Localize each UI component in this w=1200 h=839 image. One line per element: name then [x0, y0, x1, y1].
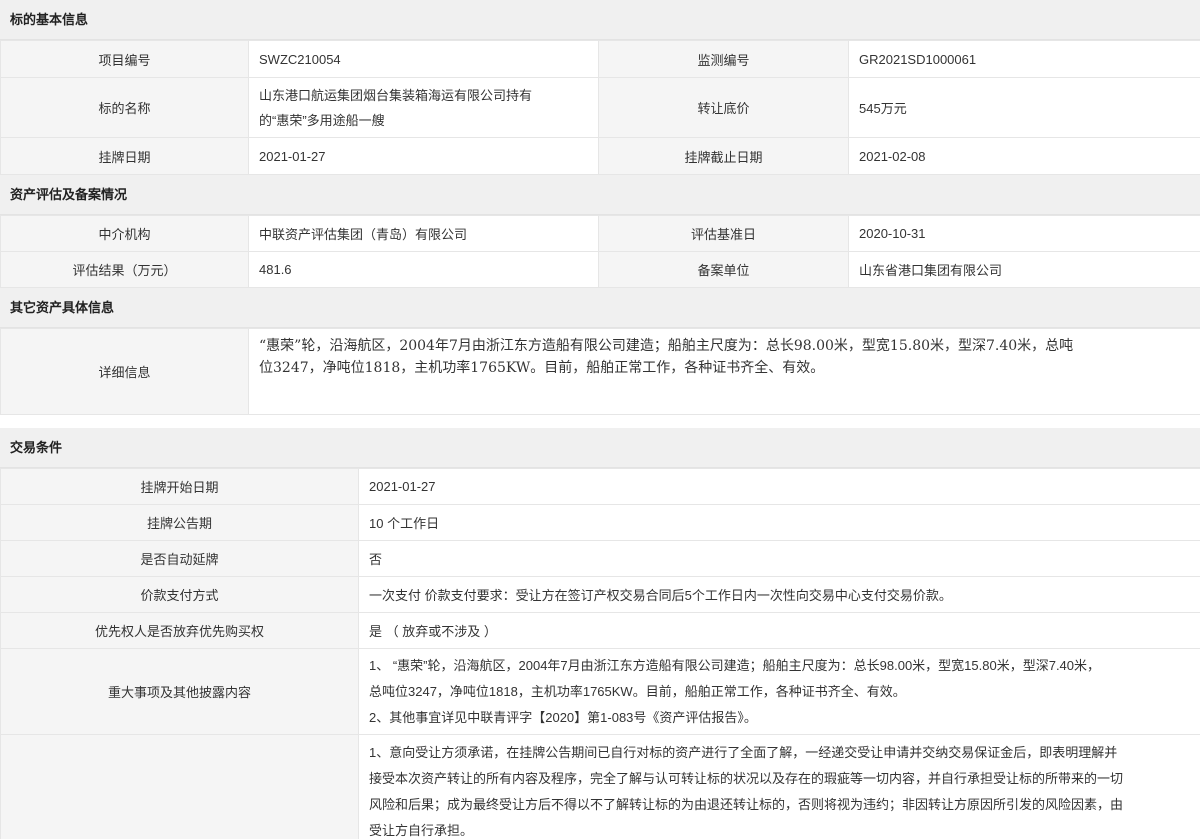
auto-extend-label: 是否自动延牌 — [0, 540, 359, 577]
disclosure-label: 重大事项及其他披露内容 — [0, 648, 359, 735]
project-no-label: 项目编号 — [0, 40, 249, 78]
base-date-label: 评估基准日 — [598, 215, 849, 252]
assessment-table: 中介机构 中联资产评估集团（青岛）有限公司 评估基准日 2020-10-31 评… — [0, 215, 1200, 288]
section-title-trade: 交易条件 — [0, 428, 1200, 468]
commitment-line-2: 接受本次资产转让的所有内容及程序，完全了解与认可转让标的状况以及存在的瑕疵等一切… — [369, 771, 1124, 786]
disclosure-line-2: 总吨位3247，净吨位1818，主机功率1765KW。目前，船舶正常工作，各种证… — [369, 683, 906, 699]
priority-label: 优先权人是否放弃优先购买权 — [0, 612, 359, 649]
detail-label: 详细信息 — [0, 328, 249, 415]
agency-value: 中联资产评估集团（青岛）有限公司 — [248, 215, 599, 252]
monitor-no-value: GR2021SD1000061 — [848, 40, 1200, 78]
disclosure-value: 1、 “惠荣”轮，沿海航区，2004年7月由浙江东方造船有限公司建造；船舶主尺度… — [358, 648, 1200, 735]
commitment-line-4: 受让方自行承担。 — [369, 823, 474, 838]
end-date-label: 挂牌截止日期 — [598, 137, 849, 175]
commitment-label — [0, 734, 359, 839]
filing-value: 山东省港口集团有限公司 — [848, 251, 1200, 288]
name-label: 标的名称 — [0, 77, 249, 138]
agency-label: 中介机构 — [0, 215, 249, 252]
project-no-value: SWZC210054 — [248, 40, 599, 78]
result-value: 481.6 — [248, 251, 599, 288]
detail-line-2: 位3247，净吨位1818，主机功率1765KW。目前，船舶正常工作，各种证书齐… — [259, 360, 825, 376]
disclosure-line-3: 2、其他事宜详见中联青评字【2020】第1-083号《资产评估报告》。 — [369, 709, 757, 725]
section-title-basic: 标的基本信息 — [0, 0, 1200, 40]
commitment-line-1: 1、意向受让方须承诺，在挂牌公告期间已自行对标的资产进行了全面了解，一经递交受让… — [369, 745, 1118, 760]
listing-date-value: 2021-01-27 — [248, 137, 599, 175]
page: 标的基本信息 项目编号 SWZC210054 监测编号 GR2021SD1000… — [0, 0, 1200, 839]
basic-info-table: 项目编号 SWZC210054 监测编号 GR2021SD1000061 标的名… — [0, 40, 1200, 175]
notice-period-label: 挂牌公告期 — [0, 504, 359, 541]
section-title-other: 其它资产具体信息 — [0, 288, 1200, 328]
notice-period-value: 10 个工作日 — [358, 504, 1200, 541]
commitment-line-3: 风险和后果；成为最终受让方后不得以不了解转让标的为由退还转让标的，否则将视为违约… — [369, 797, 1124, 812]
base-date-value: 2020-10-31 — [848, 215, 1200, 252]
section-gap — [0, 415, 1200, 428]
start-date-label: 挂牌开始日期 — [0, 468, 359, 505]
filing-label: 备案单位 — [598, 251, 849, 288]
result-label: 评估结果（万元） — [0, 251, 249, 288]
price-value: 545万元 — [848, 77, 1200, 138]
monitor-no-label: 监测编号 — [598, 40, 849, 78]
section-title-assessment: 资产评估及备案情况 — [0, 175, 1200, 215]
disclosure-line-1: 1、 “惠荣”轮，沿海航区，2004年7月由浙江东方造船有限公司建造；船舶主尺度… — [369, 657, 1101, 673]
other-info-table: 详细信息 “惠荣”轮，沿海航区，2004年7月由浙江东方造船有限公司建造；船舶主… — [0, 328, 1200, 415]
detail-line-1: “惠荣”轮，沿海航区，2004年7月由浙江东方造船有限公司建造；船舶主尺度为：总… — [259, 338, 1074, 354]
price-label: 转让底价 — [598, 77, 849, 138]
payment-label: 价款支付方式 — [0, 576, 359, 613]
name-line-1: 山东港口航运集团烟台集装箱海运有限公司持有 — [259, 87, 533, 103]
name-value: 山东港口航运集团烟台集装箱海运有限公司持有 的“惠荣”多用途船一艘 — [248, 77, 599, 138]
end-date-value: 2021-02-08 — [848, 137, 1200, 175]
listing-date-label: 挂牌日期 — [0, 137, 249, 175]
start-date-value: 2021-01-27 — [358, 468, 1200, 505]
payment-value: 一次支付 价款支付要求：受让方在签订产权交易合同后5个工作日内一次性向交易中心支… — [358, 576, 1200, 613]
commitment-value: 1、意向受让方须承诺，在挂牌公告期间已自行对标的资产进行了全面了解，一经递交受让… — [358, 734, 1200, 839]
auto-extend-value: 否 — [358, 540, 1200, 577]
detail-value: “惠荣”轮，沿海航区，2004年7月由浙江东方造船有限公司建造；船舶主尺度为：总… — [248, 328, 1200, 415]
trade-table: 挂牌开始日期 2021-01-27 挂牌公告期 10 个工作日 是否自动延牌 否… — [0, 468, 1200, 839]
name-line-2: 的“惠荣”多用途船一艘 — [259, 112, 385, 128]
priority-value: 是 （ 放弃或不涉及 ） — [358, 612, 1200, 649]
